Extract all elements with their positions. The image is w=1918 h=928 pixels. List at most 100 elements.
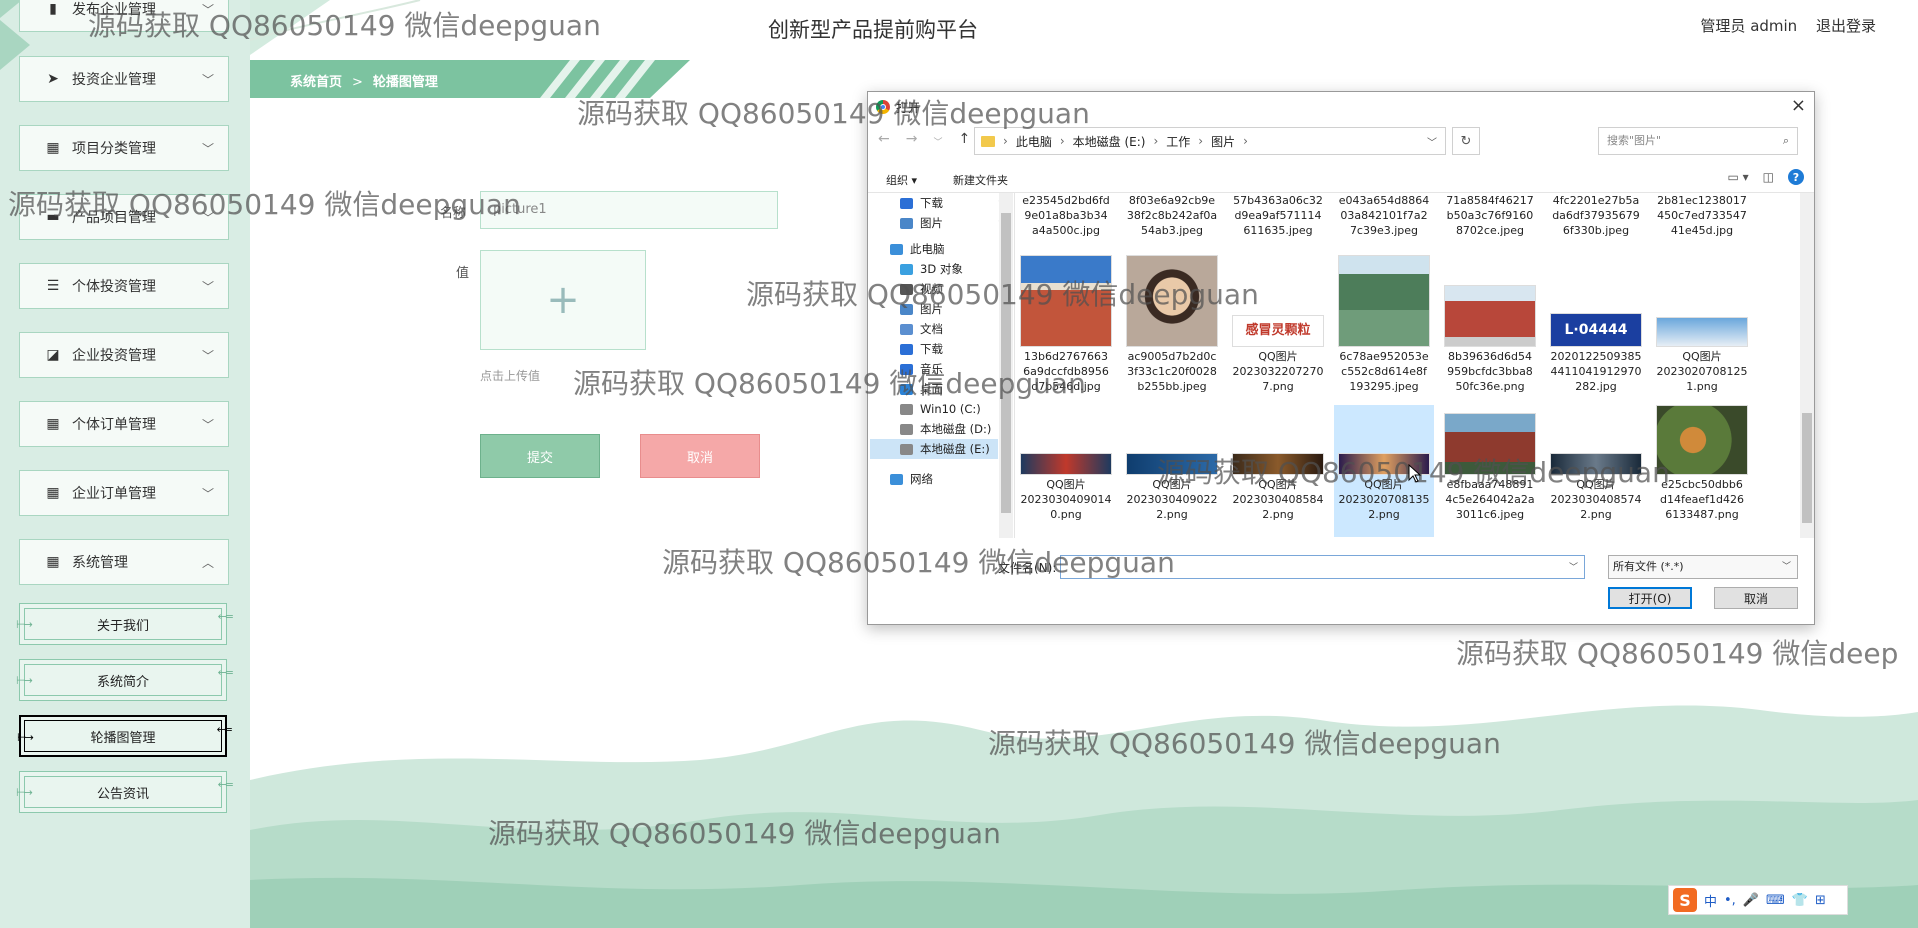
new-folder-button[interactable]: 新建文件夹: [953, 172, 1008, 188]
file-item[interactable]: 8b39636d6d54 959bcfdc3bba8 50fc36e.png: [1440, 255, 1540, 403]
submit-button[interactable]: 提交: [480, 434, 600, 478]
file-name-line: b50a3c76f9160: [1446, 209, 1534, 222]
organize-button[interactable]: 组织 ▾: [886, 172, 917, 188]
file-item[interactable]: QQ图片 2023030408584 2.png: [1228, 405, 1328, 537]
filename-input[interactable]: ﹀: [1060, 555, 1585, 579]
ime-lang[interactable]: 中: [1704, 891, 1717, 910]
name-input[interactable]: picture1: [480, 191, 778, 229]
chevron-down-icon[interactable]: ﹀: [1569, 560, 1578, 573]
nav-item-network[interactable]: 网络: [890, 469, 933, 489]
nav-item-label: 此电脑: [910, 242, 945, 256]
skin-icon[interactable]: 👕: [1792, 893, 1808, 908]
file-item[interactable]: QQ图片 2023030408574 2.png: [1546, 405, 1646, 537]
chevron-down-icon: ﹀: [201, 486, 214, 501]
nav-item-drive-c[interactable]: Win10 (C:): [900, 399, 981, 419]
file-item[interactable]: L·04444 2020122509385 4411041912970 282.jpg: [1546, 255, 1646, 403]
nav-item-downloads[interactable]: 下载✎: [900, 193, 1006, 213]
open-button[interactable]: 打开(O): [1608, 587, 1692, 609]
sogou-icon[interactable]: S: [1673, 888, 1697, 912]
punctuation-icon[interactable]: •,: [1724, 893, 1736, 908]
nav-item-label: 图片: [920, 302, 943, 316]
upload-box[interactable]: +: [480, 250, 646, 350]
scrollbar-thumb[interactable]: [1001, 213, 1011, 513]
keyboard-icon[interactable]: ⌨: [1766, 893, 1785, 908]
logout-link[interactable]: 退出登录: [1816, 17, 1876, 35]
sidebar-item-product-project[interactable]: ▬ 产品项目管理 ﹀: [19, 194, 229, 240]
nav-item-documents[interactable]: 文档: [900, 319, 943, 339]
address-crumb[interactable]: 图片: [1211, 133, 1235, 150]
dialog-titlebar[interactable]: 打开 ×: [868, 92, 1814, 122]
file-item[interactable]: QQ图片 2023030409022 2.png: [1122, 405, 1222, 537]
preview-pane-icon[interactable]: ◫: [1763, 170, 1774, 184]
file-item[interactable]: 13b6d2767663 6a9dccfdb8956 d7b546d.jpg: [1016, 255, 1116, 403]
file-item[interactable]: ac9005d7b2d0c 3f33c1c20f0028 b255bb.jpeg: [1122, 255, 1222, 403]
forward-arrow-icon[interactable]: →: [906, 131, 918, 148]
recent-dropdown-icon[interactable]: ﹀: [933, 135, 942, 148]
file-name-line: e043a654d8864: [1338, 194, 1430, 207]
sidebar-subitem-about-us[interactable]: ⊢→ 关于我们 ←=: [16, 603, 234, 645]
nav-item-this-pc[interactable]: 此电脑: [890, 239, 945, 259]
sidebar-subitem-carousel[interactable]: ⊢→ 轮播图管理 ←=: [17, 715, 233, 757]
thumbnail-track: [1020, 255, 1112, 347]
cancel-button[interactable]: 取消: [640, 434, 760, 478]
file-item[interactable]: e8fbaaa748891 4c5e264042a2a 3011c6.jpeg: [1440, 405, 1540, 537]
nav-item-drive-d[interactable]: 本地磁盘 (D:): [900, 419, 991, 439]
microphone-icon[interactable]: 🎤: [1743, 893, 1759, 908]
file-item[interactable]: QQ图片 2023020708125 1.png: [1652, 255, 1752, 403]
file-item[interactable]: QQ图片 2023030409014 0.png: [1016, 405, 1116, 537]
search-input[interactable]: 搜索"图片" ⌕: [1598, 127, 1798, 155]
nav-item-3d-objects[interactable]: 3D 对象: [900, 259, 963, 279]
nav-scrollbar[interactable]: [999, 193, 1013, 538]
nav-item-label: 下载: [920, 342, 943, 356]
sidebar-item-publish-enterprise[interactable]: ▮ 发布企业管理 ﹀: [19, 0, 229, 32]
file-name-line: 2b81ec1238017: [1657, 194, 1747, 207]
nav-item-desktop[interactable]: 桌面: [900, 379, 943, 399]
file-name-line: 2020122509385: [1550, 350, 1642, 363]
nav-item-music[interactable]: 音乐: [900, 359, 943, 379]
chevron-down-icon: ﹀: [201, 348, 214, 363]
sidebar-item-system[interactable]: ▦ 系统管理 ︿: [19, 539, 229, 585]
help-icon[interactable]: ?: [1788, 169, 1804, 185]
address-crumb[interactable]: 工作: [1166, 133, 1190, 150]
view-mode-icon[interactable]: ▭ ▾: [1727, 170, 1748, 184]
close-icon[interactable]: ×: [1791, 95, 1806, 116]
sidebar-item-individual-order[interactable]: ▦ 个体订单管理 ﹀: [19, 401, 229, 447]
address-bar[interactable]: › 此电脑 › 本地磁盘 (E:) › 工作 › 图片 › ﹀: [974, 127, 1446, 155]
file-item[interactable]: 感冒灵颗粒 QQ图片 2023032207270 7.png: [1228, 255, 1328, 403]
arrow-decoration-icon: ←=: [217, 778, 235, 791]
file-name-line: 2.png: [1368, 508, 1400, 521]
dialog-cancel-button[interactable]: 取消: [1714, 587, 1798, 609]
filetype-select[interactable]: 所有文件 (*.*) ﹀: [1608, 555, 1798, 579]
file-name-line: 6f330b.jpeg: [1562, 224, 1630, 237]
sidebar-item-invest-enterprise[interactable]: ➤ 投资企业管理 ﹀: [19, 56, 229, 102]
video-icon: [900, 283, 913, 295]
sidebar-item-enterprise-order[interactable]: ▦ 企业订单管理 ﹀: [19, 470, 229, 516]
sidebar-subitem-system-intro[interactable]: ⊢→ 系统简介 ←=: [16, 659, 234, 701]
scrollbar-thumb[interactable]: [1802, 413, 1812, 523]
file-name-line: 3f33c1c20f0028: [1127, 365, 1217, 378]
nav-item-downloads-2[interactable]: 下载: [900, 339, 943, 359]
nav-item-label: 视频: [920, 282, 943, 296]
nav-item-pictures-2[interactable]: 图片: [900, 299, 943, 319]
sidebar-item-individual-invest[interactable]: ☰ 个体投资管理 ﹀: [19, 263, 229, 309]
refresh-icon[interactable]: ↻: [1452, 127, 1480, 155]
sidebar-item-enterprise-invest[interactable]: ◪ 企业投资管理 ﹀: [19, 332, 229, 378]
back-arrow-icon[interactable]: ←: [878, 131, 890, 148]
address-crumb[interactable]: 本地磁盘 (E:): [1073, 133, 1146, 150]
nav-item-pictures[interactable]: 图片✎: [900, 213, 1006, 233]
sidebar-subitem-announcements[interactable]: ⊢→ 公告资讯 ←=: [16, 771, 234, 813]
file-item[interactable]: e25cbc50dbb6 d14feaef1d426 6133487.png: [1652, 405, 1752, 537]
nav-item-videos[interactable]: 视频: [900, 279, 943, 299]
file-list-scrollbar[interactable]: [1800, 193, 1814, 538]
file-item[interactable]: 6c78ae952053e c552c8d614e8f 193295.jpeg: [1334, 255, 1434, 403]
toolbox-icon[interactable]: ⊞: [1815, 893, 1826, 908]
breadcrumb-home[interactable]: 系统首页: [290, 75, 342, 90]
file-name-line: 193295.jpeg: [1349, 380, 1419, 393]
nav-item-drive-e[interactable]: 本地磁盘 (E:): [870, 439, 998, 459]
sidebar-item-project-category[interactable]: ▦ 项目分类管理 ﹀: [19, 125, 229, 171]
up-arrow-icon[interactable]: ↑: [958, 131, 970, 148]
file-name-line: 2.png: [1156, 508, 1188, 521]
chevron-down-icon[interactable]: ﹀: [1427, 134, 1437, 149]
address-crumb[interactable]: 此电脑: [1016, 133, 1052, 150]
file-list: e23545d2bd6fd 9e01a8ba3b34 a4a500c.jpg 8f0…: [1016, 193, 1791, 538]
